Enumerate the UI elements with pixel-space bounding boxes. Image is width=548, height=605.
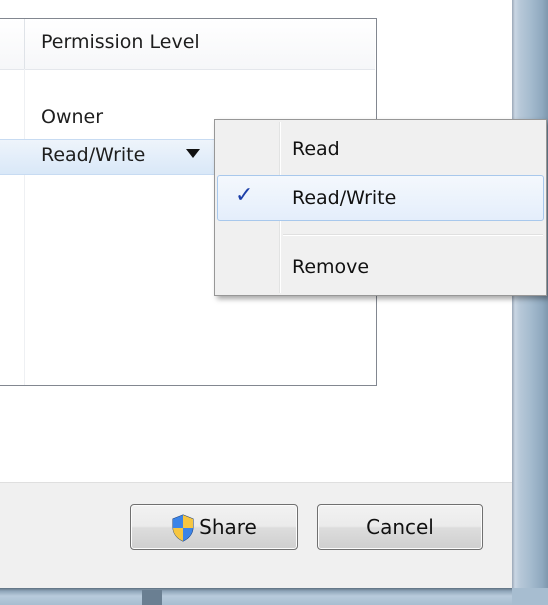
column-header-permission-level[interactable]: Permission Level [41, 31, 200, 53]
menu-item-label: Read [292, 138, 340, 160]
permission-dropdown-label[interactable]: Read/Write [41, 144, 145, 166]
checkmark-icon: ✓ [235, 183, 254, 208]
window-frame-tab [142, 590, 162, 605]
column-divider-line [24, 69, 25, 385]
menu-item-label: Read/Write [292, 187, 397, 209]
menu-item-remove[interactable]: Remove [217, 246, 544, 290]
list-header: Permission Level [0, 19, 375, 70]
menu-separator [283, 234, 543, 236]
cancel-button[interactable]: Cancel [317, 504, 483, 550]
permission-menu: Read ✓ Read/Write Remove [214, 119, 547, 296]
dropdown-arrow-icon[interactable] [186, 149, 200, 158]
list-item-owner[interactable]: Owner [41, 106, 103, 128]
cancel-button-label: Cancel [366, 515, 434, 539]
window-frame-bottom [0, 588, 548, 605]
share-button-label: Share [199, 515, 257, 539]
menu-item-label: Remove [292, 256, 370, 278]
menu-item-read[interactable]: Read [217, 128, 544, 172]
window-frame-right [512, 0, 548, 605]
uac-shield-icon [171, 513, 195, 542]
column-divider[interactable] [24, 19, 25, 69]
share-button[interactable]: Share [130, 504, 298, 550]
window-frame-corner [512, 588, 548, 605]
menu-item-read-write[interactable]: ✓ Read/Write [217, 175, 544, 221]
